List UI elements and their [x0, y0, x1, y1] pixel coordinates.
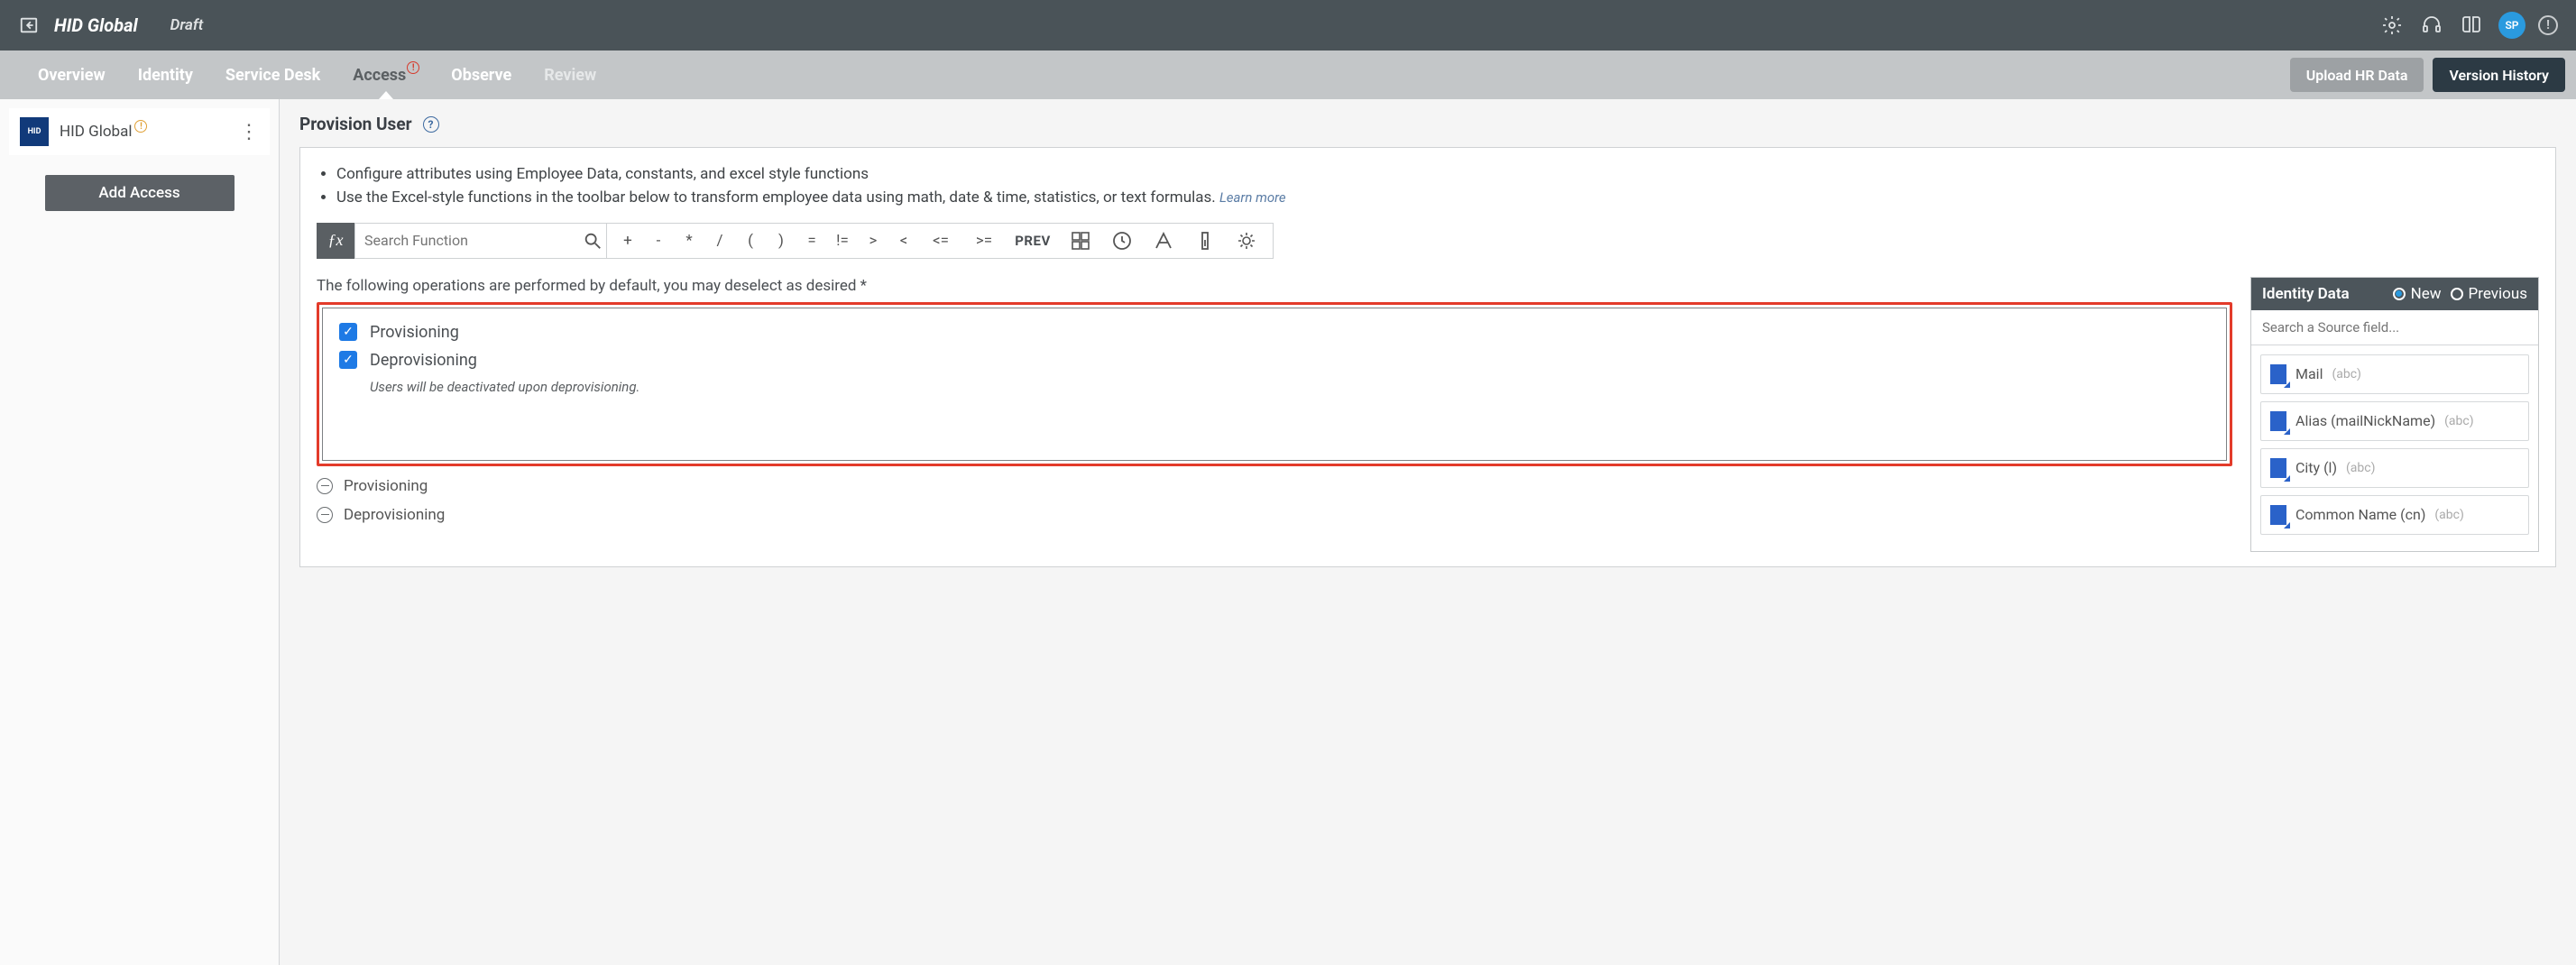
- field-icon: [2270, 364, 2286, 384]
- upload-hr-data-button[interactable]: Upload HR Data: [2290, 58, 2424, 92]
- op-neq[interactable]: !=: [827, 224, 858, 258]
- tab-bar: Overview Identity Service Desk Access ! …: [0, 51, 2576, 99]
- function-search-input[interactable]: [355, 225, 579, 256]
- page-title: Provision User: [299, 114, 412, 134]
- hid-logo-icon: HID: [20, 117, 49, 146]
- function-toolbar: ƒx + - * / ( ) = != > <: [317, 223, 2539, 259]
- sidebar-item-label: HID Global: [60, 123, 132, 141]
- identity-data-title: Identity Data: [2262, 285, 2384, 303]
- app-title: HID Global: [54, 14, 138, 36]
- field-mail[interactable]: Mail (abc): [2260, 354, 2529, 394]
- instruction-list: Configure attributes using Employee Data…: [317, 162, 2539, 210]
- time-category-icon[interactable]: [1101, 224, 1143, 258]
- operations-instruction: The following operations are performed b…: [317, 277, 2232, 295]
- op-minus[interactable]: -: [643, 224, 674, 258]
- add-access-button[interactable]: Add Access: [45, 175, 235, 211]
- bullet-1: Configure attributes using Employee Data…: [336, 162, 2539, 186]
- version-history-button[interactable]: Version History: [2433, 58, 2565, 92]
- function-search: [354, 223, 607, 259]
- highlighted-region: ✓ Provisioning ✓ Deprovisioning Users wi…: [317, 302, 2232, 466]
- provisioning-label: Provisioning: [370, 323, 459, 342]
- kebab-menu-icon[interactable]: ⋮: [239, 127, 259, 137]
- radio-icon: [2451, 288, 2463, 300]
- info-category-icon[interactable]: [1184, 224, 1226, 258]
- field-common-name[interactable]: Common Name (cn) (abc): [2260, 495, 2529, 535]
- back-icon[interactable]: [18, 14, 40, 36]
- op-prev[interactable]: PREV: [1006, 224, 1060, 258]
- deprovisioning-note: Users will be deactivated upon deprovisi…: [370, 379, 2210, 395]
- warning-icon: !: [407, 61, 419, 74]
- identity-data-panel: Identity Data New Previous: [2250, 277, 2539, 552]
- field-icon: [2270, 411, 2286, 431]
- alert-icon[interactable]: !: [2538, 15, 2558, 35]
- op-eq[interactable]: =: [796, 224, 827, 258]
- warning-icon: !: [134, 120, 147, 133]
- gear-icon[interactable]: [2379, 13, 2405, 38]
- op-multiply[interactable]: *: [674, 224, 704, 258]
- field-icon: [2270, 458, 2286, 478]
- headset-icon[interactable]: [2419, 13, 2444, 38]
- deprovisioning-checkbox[interactable]: ✓: [339, 351, 357, 369]
- source-field-list: Mail (abc) Alias (mailNickName) (abc) Ci…: [2251, 345, 2538, 551]
- radio-icon: [2393, 288, 2406, 300]
- field-icon: [2270, 505, 2286, 525]
- main-layout: HID HID Global ! ⋮ Add Access Provision …: [0, 99, 2576, 965]
- avatar[interactable]: SP: [2498, 12, 2525, 39]
- collapse-icon: [317, 507, 333, 523]
- field-city[interactable]: City (l) (abc): [2260, 448, 2529, 488]
- help-icon[interactable]: ?: [423, 116, 439, 133]
- tab-access-label: Access: [353, 66, 406, 85]
- collapsed-provisioning[interactable]: Provisioning: [317, 477, 2232, 495]
- fx-icon: ƒx: [317, 223, 354, 259]
- deprovisioning-label: Deprovisioning: [370, 351, 477, 370]
- provisioning-checkbox[interactable]: ✓: [339, 323, 357, 341]
- tab-access[interactable]: Access !: [336, 51, 435, 99]
- op-plus[interactable]: +: [612, 224, 643, 258]
- sidebar: HID HID Global ! ⋮ Add Access: [0, 99, 280, 965]
- tab-overview[interactable]: Overview: [22, 51, 122, 99]
- logic-category-icon[interactable]: [1226, 224, 1267, 258]
- math-category-icon[interactable]: [1060, 224, 1101, 258]
- field-alias[interactable]: Alias (mailNickName) (abc): [2260, 401, 2529, 441]
- op-divide[interactable]: /: [704, 224, 735, 258]
- book-icon[interactable]: [2459, 13, 2484, 38]
- sidebar-item-hid-global[interactable]: HID HID Global ! ⋮: [9, 108, 270, 155]
- draft-status: Draft: [170, 16, 204, 34]
- top-header: HID Global Draft SP !: [0, 0, 2576, 51]
- config-panel: Configure attributes using Employee Data…: [299, 147, 2556, 567]
- operator-toolbar: + - * / ( ) = != > < <= >= PREV: [607, 223, 1274, 259]
- deprovisioning-row: ✓ Deprovisioning: [339, 351, 2210, 370]
- tab-observe[interactable]: Observe: [435, 51, 528, 99]
- op-gte[interactable]: >=: [962, 224, 1006, 258]
- content-area: Provision User ? Configure attributes us…: [280, 99, 2576, 965]
- tab-identity[interactable]: Identity: [122, 51, 209, 99]
- collapse-icon: [317, 478, 333, 494]
- learn-more-link[interactable]: Learn more: [1219, 189, 1286, 206]
- radio-previous[interactable]: Previous: [2451, 285, 2527, 303]
- identity-data-header: Identity Data New Previous: [2251, 278, 2538, 310]
- op-lte[interactable]: <=: [919, 224, 962, 258]
- text-category-icon[interactable]: [1143, 224, 1184, 258]
- tab-review[interactable]: Review: [528, 51, 612, 99]
- search-icon[interactable]: [579, 231, 606, 251]
- op-lparen[interactable]: (: [735, 224, 766, 258]
- collapsed-deprovisioning[interactable]: Deprovisioning: [317, 506, 2232, 524]
- bullet-2: Use the Excel-style functions in the too…: [336, 186, 2539, 209]
- provisioning-row: ✓ Provisioning: [339, 323, 2210, 342]
- tab-service-desk[interactable]: Service Desk: [209, 51, 336, 99]
- operations-box: ✓ Provisioning ✓ Deprovisioning Users wi…: [322, 308, 2227, 461]
- op-lt[interactable]: <: [888, 224, 919, 258]
- source-field-search[interactable]: [2251, 310, 2538, 345]
- radio-new[interactable]: New: [2393, 285, 2442, 303]
- op-gt[interactable]: >: [858, 224, 888, 258]
- op-rparen[interactable]: ): [766, 224, 796, 258]
